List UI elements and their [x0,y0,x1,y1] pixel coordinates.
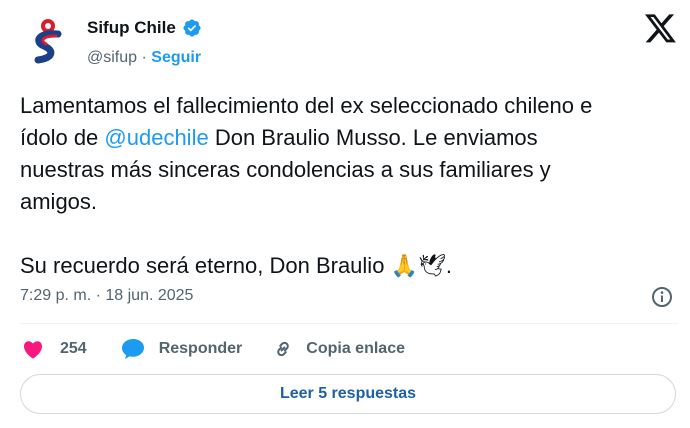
tweet-text-segment: Don Braulio Musso. Le enviamos [208,125,538,150]
copy-link-label: Copia enlace [306,340,405,357]
copy-link-button[interactable]: Copia enlace [272,338,405,360]
speech-bubble-icon [121,339,144,359]
tweet-text-segment: ídolo de [20,125,105,150]
info-icon[interactable] [651,286,673,308]
verified-badge-icon [182,18,202,38]
like-button[interactable]: 254 [22,339,87,359]
tweet-text-segment: . [445,253,452,278]
tweet-text-segment: Su recuerdo será eterno, Don Braulio [20,253,391,278]
x-logo-icon[interactable] [645,14,677,44]
author-handle[interactable]: @sifup [87,49,137,66]
tweet-text-segment: amigos. [20,189,98,214]
like-count: 254 [60,340,87,357]
heart-icon [23,341,43,359]
follow-button[interactable]: Seguir [151,49,201,66]
tweet-embed-card: Sifup Chile @sifup · Seguir Lamentamos e… [0,0,690,428]
tweet-text: Lamentamos el fallecimiento del ex selec… [20,90,680,283]
tweet-line: nuestras más sinceras condolencias a sus… [20,154,680,186]
emoji-praying-dove: 🙏🕊 [390,254,446,279]
link-icon [277,341,290,357]
tweet-line: Su recuerdo será eterno, Don Braulio 🙏🕊. [20,250,680,283]
handle-separator: · [141,49,147,66]
tweet-line: amigos. [20,186,680,218]
tweet-timestamp[interactable]: 7:29 p. m. · 18 jun. 2025 [20,287,193,305]
reply-label: Responder [158,340,243,357]
tweet-line: Lamentamos el fallecimiento del ex selec… [20,90,680,122]
mention-link[interactable]: @udechile [104,125,208,150]
author-handle-row: @sifup · Seguir [87,49,201,67]
avatar[interactable] [28,14,68,68]
author-name-row: Sifup Chile [87,18,202,38]
tweet-text-segment: nuestras más sinceras condolencias a sus… [20,157,551,182]
tweet-line: ídolo de @udechile Don Braulio Musso. Le… [20,122,680,154]
action-bar: 254 Responder Copia enlace [22,336,405,362]
tweet-text-segment: Lamentamos el fallecimiento del ex selec… [20,93,593,118]
read-replies-button[interactable]: Leer 5 respuestas [20,374,676,414]
author-display-name[interactable]: Sifup Chile [87,18,176,38]
divider [20,323,678,324]
reply-button[interactable]: Responder [121,338,243,360]
